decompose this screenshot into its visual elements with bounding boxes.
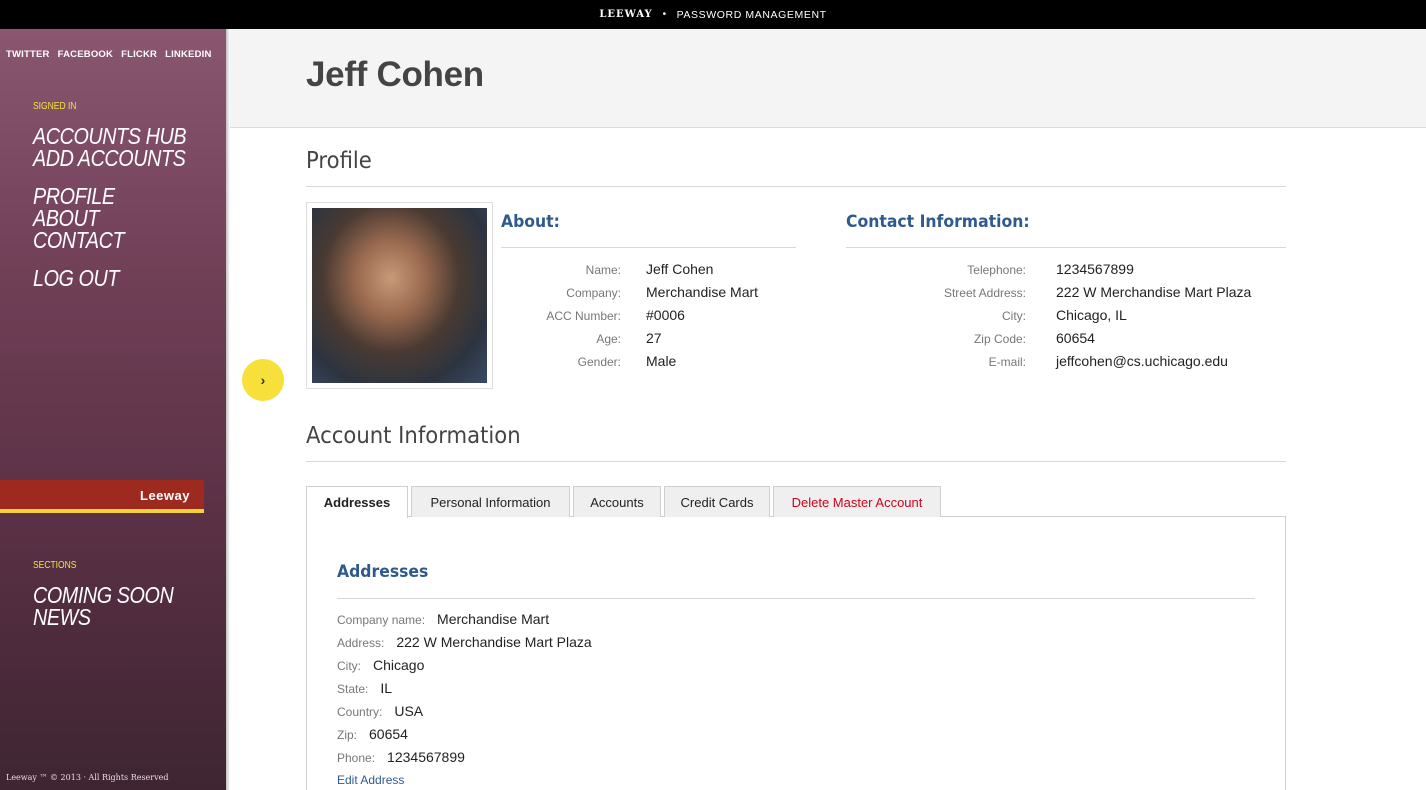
address-row: Zip: 60654 <box>337 726 408 742</box>
address-value: USA <box>394 703 424 719</box>
copyright-text: Leeway ™ © 2013 · All Rights Reserved <box>6 773 169 782</box>
address-row: Address: 222 W Merchandise Mart Plaza <box>337 634 592 650</box>
about-value: Male <box>646 353 677 369</box>
nav-coming-soon[interactable]: COMING SOON <box>33 584 174 607</box>
about-key: ACC Number: <box>546 309 621 323</box>
about-row: Age: 27 <box>501 330 662 346</box>
divider <box>337 598 1255 599</box>
about-row: Gender: Male <box>501 353 677 369</box>
signed-in-label: SIGNED IN <box>33 101 77 112</box>
about-value: 27 <box>646 330 662 346</box>
about-key: Gender: <box>577 355 621 369</box>
social-links: TWITTER FACEBOOK FLICKR LINKEDIN <box>6 49 212 60</box>
contact-key: Telephone: <box>967 263 1026 277</box>
contact-value: 1234567899 <box>1056 261 1134 277</box>
about-key: Company: <box>566 286 621 300</box>
address-value: 222 W Merchandise Mart Plaza <box>396 634 592 650</box>
about-value: Jeff Cohen <box>646 261 714 277</box>
contact-value: Chicago, IL <box>1056 307 1127 323</box>
account-section-title: Account Information <box>306 423 521 449</box>
address-value: IL <box>380 680 393 696</box>
contact-row: Telephone: 1234567899 <box>846 261 1134 277</box>
sections-label: SECTIONS <box>33 560 77 571</box>
addresses-heading: Addresses <box>337 562 429 582</box>
contact-heading: Contact Information: <box>846 212 1030 232</box>
address-row: State: IL <box>337 680 392 696</box>
address-row: Phone: 1234567899 <box>337 749 465 765</box>
tab-personal-information[interactable]: Personal Information <box>411 486 570 517</box>
tab-credit-cards[interactable]: Credit Cards <box>664 486 770 517</box>
about-value: #0006 <box>646 307 685 323</box>
address-row: Country: USA <box>337 703 423 719</box>
brand-logo[interactable]: LEEWAY <box>599 9 652 20</box>
address-value: 1234567899 <box>387 749 465 765</box>
contact-row: City: Chicago, IL <box>846 307 1127 323</box>
social-link-linkedin[interactable]: LINKEDIN <box>165 49 211 60</box>
sidebar: TWITTER FACEBOOK FLICKR LINKEDIN SIGNED … <box>0 29 230 790</box>
address-key: Phone: <box>337 751 376 765</box>
profile-section-title: Profile <box>306 148 372 174</box>
contact-key: Street Address: <box>943 286 1026 300</box>
address-key: Zip: <box>337 728 358 742</box>
contact-value[interactable]: jeffcohen@cs.uchicago.edu <box>1056 353 1228 369</box>
social-link-flickr[interactable]: FLICKR <box>121 49 157 60</box>
separator-dot: • <box>662 9 667 20</box>
edit-address-link[interactable]: Edit Address <box>337 773 404 787</box>
divider <box>306 186 1286 187</box>
tab-accounts[interactable]: Accounts <box>573 486 661 517</box>
contact-value: 60654 <box>1056 330 1095 346</box>
nav-about[interactable]: ABOUT <box>33 207 99 230</box>
contact-key: City: <box>1002 309 1026 323</box>
divider <box>306 461 1286 462</box>
about-heading: About: <box>501 212 560 232</box>
nav-profile[interactable]: PROFILE <box>33 185 115 208</box>
contact-key: Zip Code: <box>973 332 1026 346</box>
address-value: 60654 <box>369 726 408 742</box>
chevron-right-icon: › <box>260 372 266 388</box>
nav-log-out[interactable]: LOG OUT <box>33 267 119 290</box>
about-row: Name: Jeff Cohen <box>501 261 714 277</box>
nav-accounts-hub[interactable]: ACCOUNTS HUB <box>33 125 187 148</box>
divider <box>501 247 796 248</box>
contact-row: Street Address: 222 W Merchandise Mart P… <box>846 284 1251 300</box>
about-value: Merchandise Mart <box>646 284 759 300</box>
brand-tab[interactable]: Leeway <box>0 480 204 513</box>
address-key: Country: <box>337 705 383 719</box>
contact-value: 222 W Merchandise Mart Plaza <box>1056 284 1252 300</box>
sidebar-toggle-button[interactable]: › <box>242 359 284 401</box>
nav-news[interactable]: NEWS <box>33 606 91 629</box>
tab-delete-master-account[interactable]: Delete Master Account <box>773 486 941 517</box>
about-row: Company: Merchandise Mart <box>501 284 758 300</box>
contact-row: E-mail: jeffcohen@cs.uchicago.edu <box>846 353 1228 369</box>
nav-contact[interactable]: CONTACT <box>33 229 125 252</box>
social-link-twitter[interactable]: TWITTER <box>6 49 50 60</box>
contact-key: E-mail: <box>988 355 1026 369</box>
page-title: Jeff Cohen <box>306 55 484 94</box>
address-value: Merchandise Mart <box>437 611 550 627</box>
divider <box>846 247 1286 248</box>
address-row: City: Chicago <box>337 657 424 673</box>
address-key: Company name: <box>337 613 426 627</box>
about-row: ACC Number: #0006 <box>501 307 685 323</box>
nav-add-accounts[interactable]: ADD ACCOUNTS <box>33 147 186 170</box>
address-key: Address: <box>337 636 385 650</box>
avatar <box>306 202 493 389</box>
top-bar-subtitle: PASSWORD MANAGEMENT <box>676 8 827 21</box>
brand-tab-label: Leeway <box>140 488 190 503</box>
address-row: Company name: Merchandise Mart <box>337 611 549 627</box>
about-key: Name: <box>585 263 621 277</box>
address-value: Chicago <box>373 657 425 673</box>
address-key: State: <box>337 682 369 696</box>
address-key: City: <box>337 659 361 673</box>
page-header: Jeff Cohen <box>230 29 1426 128</box>
top-bar: LEEWAY • PASSWORD MANAGEMENT <box>0 0 1426 29</box>
contact-row: Zip Code: 60654 <box>846 330 1095 346</box>
social-link-facebook[interactable]: FACEBOOK <box>58 49 113 60</box>
tab-addresses[interactable]: Addresses <box>306 486 408 518</box>
avatar-image <box>312 208 487 383</box>
about-key: Age: <box>596 332 621 346</box>
